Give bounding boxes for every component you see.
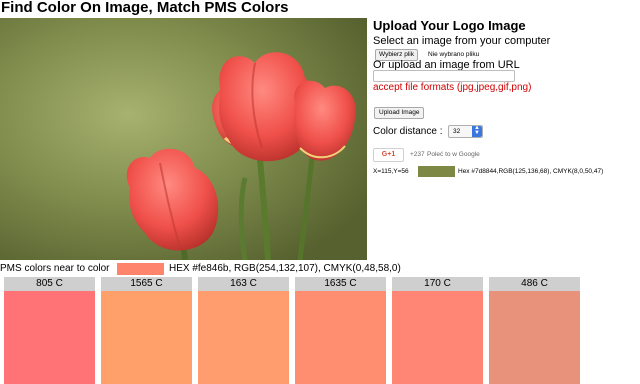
pms-card-swatch	[392, 291, 483, 384]
url-input[interactable]	[373, 70, 515, 82]
pms-card-swatch	[4, 291, 95, 384]
color-distance-label: Color distance :	[373, 126, 443, 137]
google-plus-count: +237	[410, 151, 425, 158]
near-color-swatch	[117, 263, 164, 275]
pms-card[interactable]: 1565 C	[101, 277, 192, 384]
pms-card[interactable]: 486 C	[489, 277, 580, 384]
pms-card-name: 805 C	[4, 277, 95, 291]
pms-card-name: 1565 C	[101, 277, 192, 291]
pms-card-name: 163 C	[198, 277, 289, 291]
pms-card-name: 170 C	[392, 277, 483, 291]
picked-color-swatch	[418, 166, 455, 177]
file-status-text: Nie wybrano pliku	[428, 51, 480, 58]
pms-card-name: 486 C	[489, 277, 580, 291]
pms-card[interactable]: 1635 C	[295, 277, 386, 384]
tulip-illustration	[0, 18, 367, 260]
upload-heading: Upload Your Logo Image	[373, 18, 526, 33]
pms-card-swatch	[101, 291, 192, 384]
upload-image-button[interactable]: Upload Image	[374, 107, 425, 119]
near-color-info: HEX #fe846b, RGB(254,132,107), CMYK(0,48…	[169, 263, 401, 274]
pms-card-swatch	[489, 291, 580, 384]
select-file-label: Select an image from your computer	[373, 35, 551, 47]
color-distance-value: 32	[453, 128, 461, 135]
pms-card-name: 1635 C	[295, 277, 386, 291]
pms-card[interactable]: 163 C	[198, 277, 289, 384]
pms-card[interactable]: 170 C	[392, 277, 483, 384]
google-plus-button[interactable]: G+1	[373, 148, 404, 162]
picked-color-info: Hex #7d8844,RGB(125,136,68), CMYK(8,0,50…	[458, 168, 604, 175]
tulip-photo[interactable]	[0, 18, 367, 260]
formats-note: accept file formats (jpg,jpeg,gif,png)	[373, 82, 532, 93]
picked-coordinates: X=115,Y=56	[373, 168, 409, 175]
near-colors-label: PMS colors near to color	[0, 263, 110, 274]
select-arrows-icon: ▲ ▼	[472, 125, 482, 137]
pms-card-swatch	[198, 291, 289, 384]
pms-card[interactable]: 805 C	[4, 277, 95, 384]
google-plus-text: Poleć to w Google	[427, 151, 480, 158]
page-title: Find Color On Image, Match PMS Colors	[1, 0, 289, 16]
pms-card-swatch	[295, 291, 386, 384]
color-distance-select[interactable]: 32 ▲ ▼	[448, 125, 483, 138]
